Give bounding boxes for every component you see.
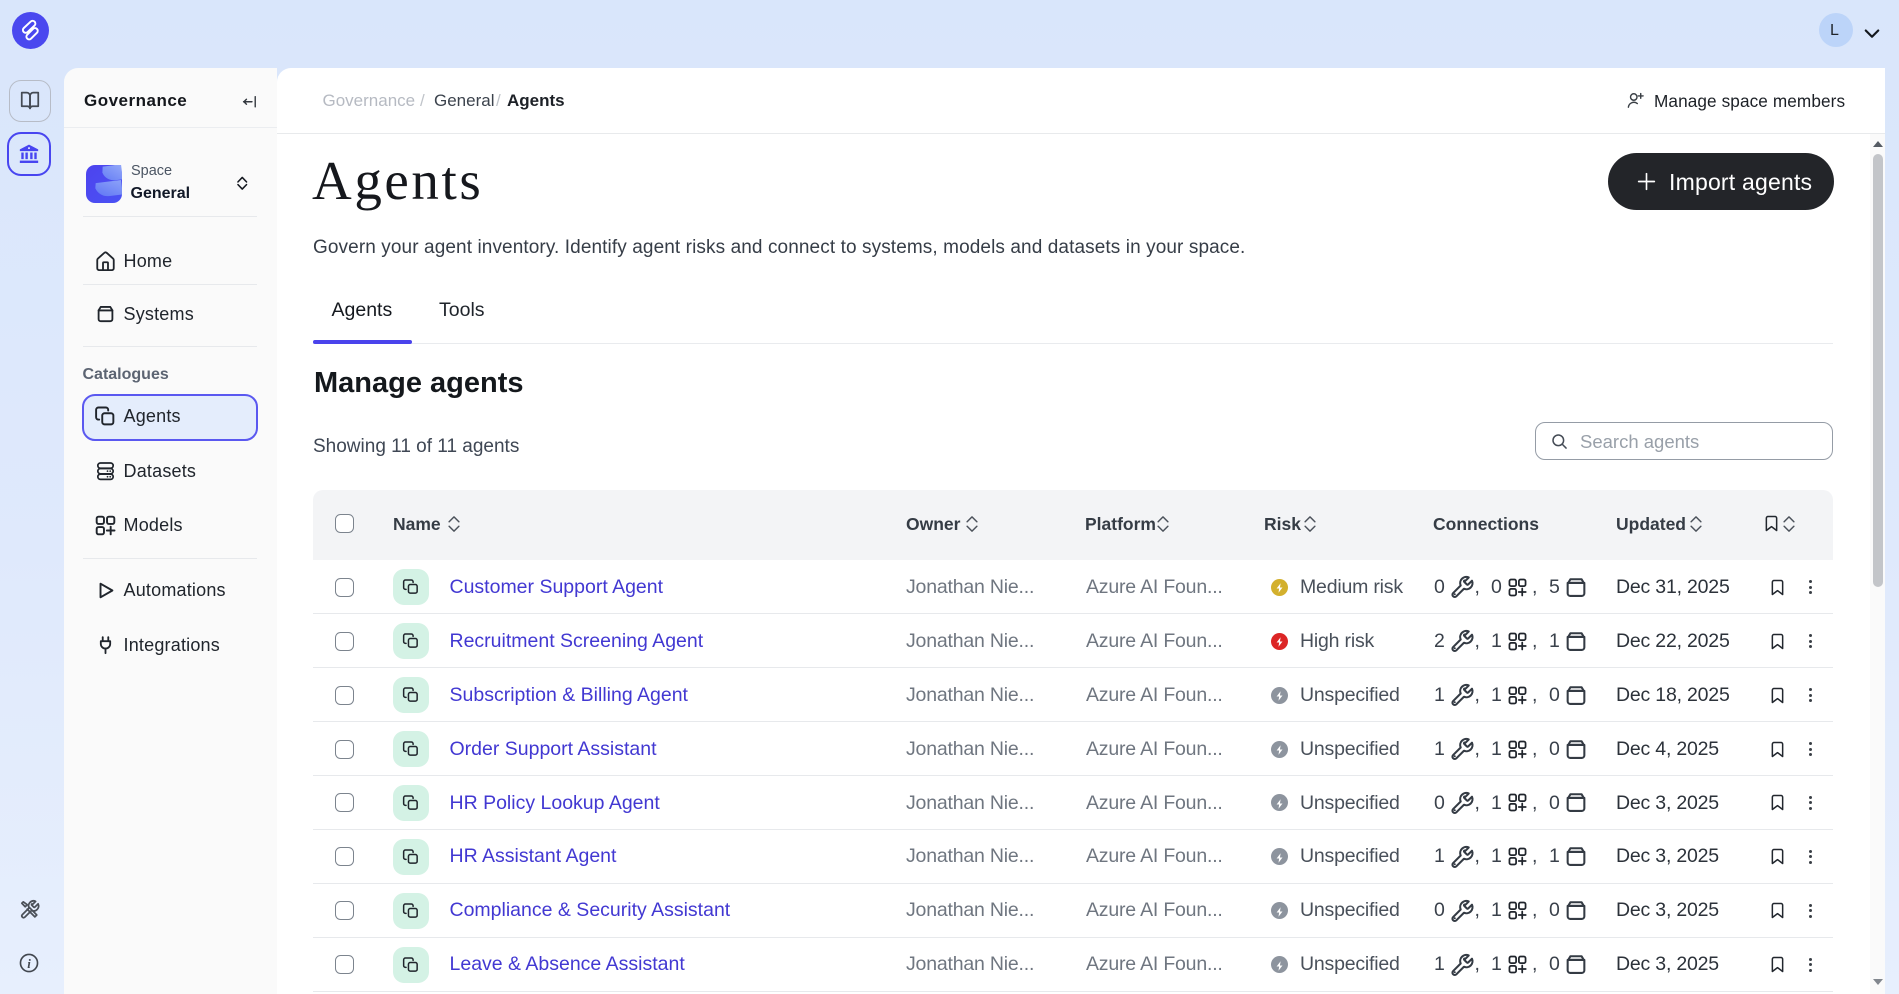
- svg-text:i: i: [27, 957, 31, 971]
